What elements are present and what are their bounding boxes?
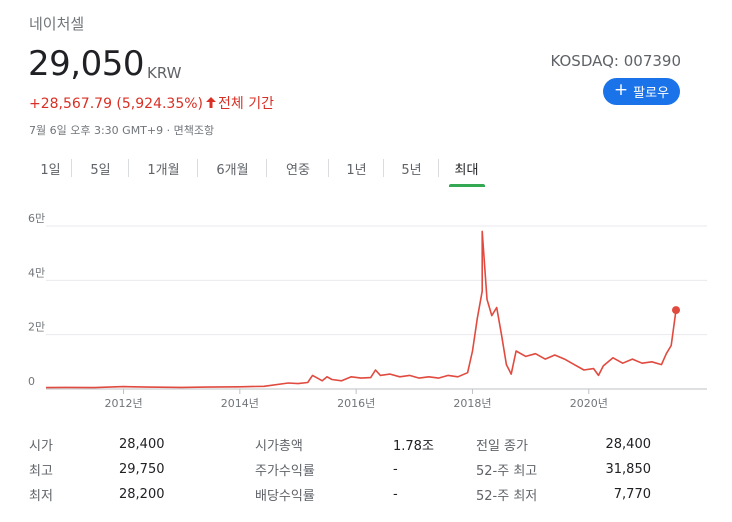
- stat-divyield-value: -: [393, 487, 398, 502]
- range-tabs: 1일 5일 1개월 6개월 연중 1년 5년 최대: [29, 153, 494, 183]
- stat-52low-label: 52-주 최저: [476, 489, 538, 504]
- stat-low-value: 28,200: [119, 487, 165, 502]
- price-series: [45, 230, 680, 389]
- follow-label: 팔로우: [633, 86, 670, 101]
- exchange-ticker: KOSDAQ: 007390: [550, 52, 681, 70]
- change-value: +28,567.79 (5,924.35%): [29, 96, 204, 112]
- stat-high-label: 최고: [29, 464, 53, 479]
- stat-pe-label: 주가수익률: [255, 464, 315, 479]
- stat-mktcap-label: 시가총액: [255, 439, 303, 454]
- timestamp-disclaimer: 7월 6일 오후 3:30 GMT+9 · 면책조항: [29, 124, 215, 137]
- arrow-up-icon: [206, 96, 217, 112]
- tab-1y[interactable]: 1년: [329, 153, 384, 183]
- stat-divyield-label: 배당수익률: [255, 489, 315, 504]
- stats-table: 시가 28,400 시가총액 1.78조 전일 종가 28,400 최고 29,…: [29, 432, 709, 507]
- stat-high-value: 29,750: [119, 462, 165, 477]
- stat-52high-value: 31,850: [605, 462, 652, 477]
- x-tick-label: 2016년: [337, 397, 375, 410]
- y-tick-label: 0: [28, 375, 35, 388]
- stat-prevclose-label: 전일 종가: [476, 439, 528, 454]
- x-axis-ticks: 2012년 2014년 2016년 2018년 2020년: [104, 389, 608, 410]
- stock-price: 29,050: [28, 44, 144, 84]
- y-tick-label: 4만: [28, 266, 45, 279]
- tab-max[interactable]: 최대: [439, 153, 494, 183]
- price-chart: 0 2만 4만 6만 2012년 2014년 2016년 2018년 2020년: [28, 212, 707, 410]
- stat-open-label: 시가: [29, 439, 53, 454]
- stat-pe-value: -: [393, 462, 398, 477]
- tab-ytd[interactable]: 연중: [267, 153, 329, 183]
- currency-label: KRW: [147, 64, 182, 82]
- plus-icon: +: [613, 80, 629, 100]
- change-period: 전체 기간: [218, 96, 274, 112]
- stat-prevclose-value: 28,400: [605, 437, 652, 452]
- x-tick-label: 2012년: [104, 397, 142, 410]
- x-tick-label: 2014년: [221, 397, 259, 410]
- stats-row-1: 시가 28,400 시가총액 1.78조 전일 종가 28,400: [29, 432, 709, 457]
- last-price-point: [672, 306, 680, 315]
- x-tick-label: 2018년: [453, 397, 491, 410]
- y-tick-label: 2만: [28, 321, 45, 334]
- y-tick-label: 6만: [28, 212, 45, 225]
- chart-grid: [46, 225, 707, 390]
- tab-5y[interactable]: 5년: [384, 153, 439, 183]
- stat-52low-value: 7,770: [613, 487, 651, 502]
- price-change: +28,567.79 (5,924.35%) 전체 기간: [29, 93, 274, 113]
- stat-open-value: 28,400: [119, 437, 165, 452]
- y-axis-labels: 0 2만 4만 6만: [28, 212, 45, 388]
- tab-5d[interactable]: 5일: [72, 153, 129, 183]
- follow-button[interactable]: + 팔로우: [603, 78, 680, 105]
- stat-mktcap-value: 1.78조: [393, 439, 434, 454]
- tab-1m[interactable]: 1개월: [129, 153, 198, 183]
- tab-6m[interactable]: 6개월: [198, 153, 267, 183]
- stats-row-2: 최고 29,750 주가수익률 - 52-주 최고 31,850: [29, 457, 709, 482]
- tab-1d[interactable]: 1일: [29, 153, 72, 183]
- company-name: 네이처셀: [29, 15, 85, 33]
- stat-low-label: 최저: [29, 489, 53, 504]
- stats-row-3: 최저 28,200 배당수익률 - 52-주 최저 7,770: [29, 482, 709, 507]
- x-tick-label: 2020년: [570, 397, 608, 410]
- series-line: [45, 230, 677, 389]
- stat-52high-label: 52-주 최고: [476, 464, 538, 479]
